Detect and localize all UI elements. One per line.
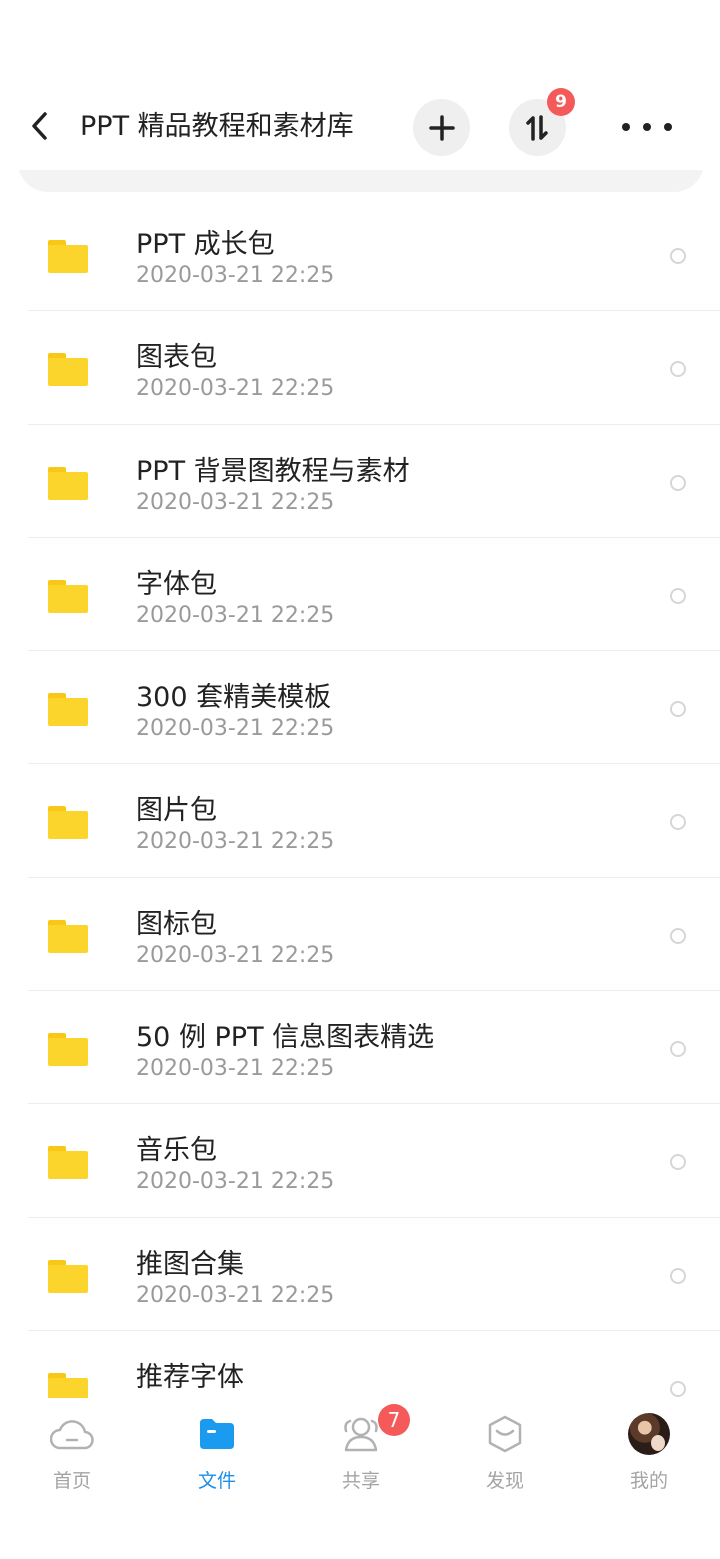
folder-icon [48,240,88,273]
select-radio[interactable] [670,1041,686,1058]
more-dot-icon [643,123,651,131]
tab-discover[interactable]: 发现 [460,1412,550,1502]
cloud-icon [50,1420,94,1450]
list-item[interactable]: 图表包 2020-03-21 22:25 [0,311,720,425]
file-date: 2020-03-21 22:25 [136,1169,335,1195]
list-item[interactable]: 图片包 2020-03-21 22:25 [0,764,720,878]
chevron-left-icon [32,112,47,140]
file-name: PPT 背景图教程与素材 [136,455,410,487]
folder-icon [48,353,88,387]
file-name: 图片包 [136,795,217,827]
file-name: 图标包 [136,908,217,940]
top-bar: PPT 精品教程和素材库 9 [0,0,720,170]
folder-filled-icon [200,1419,234,1449]
file-date: 2020-03-21 22:25 [136,602,335,628]
plus-icon [428,114,455,141]
list-item[interactable]: 音乐包 2020-03-21 22:25 [0,1104,720,1218]
tab-label: 文件 [197,1470,236,1492]
page-title: PPT 精品教程和素材库 [80,111,354,142]
select-radio[interactable] [670,361,686,378]
select-radio[interactable] [670,1380,686,1397]
tab-files[interactable]: 文件 [172,1412,262,1502]
select-radio[interactable] [670,927,686,944]
file-name: 图表包 [136,342,217,374]
folder-icon [48,466,88,500]
list-item[interactable]: 推图合集 2020-03-21 22:25 [0,1218,720,1331]
folder-icon [48,1259,88,1293]
select-radio[interactable] [670,814,686,831]
select-radio[interactable] [670,1154,686,1171]
list-item[interactable]: PPT 背景图教程与素材 2020-03-21 22:25 [0,425,720,538]
file-date: 2020-03-21 22:25 [136,376,335,402]
file-date: 2020-03-21 22:25 [136,489,335,515]
file-date: 2020-03-21 22:25 [136,263,335,288]
tab-label: 发现 [485,1470,524,1492]
avatar [628,1413,670,1455]
tab-home[interactable]: 首页 [27,1412,117,1502]
transfer-count-badge: 9 [547,88,575,116]
folder-icon [48,806,88,840]
select-radio[interactable] [670,248,686,264]
file-date: 2020-03-21 22:25 [136,829,335,855]
folder-icon [48,579,88,613]
tab-label: 首页 [52,1470,91,1492]
list-item[interactable]: 300 套精美模板 2020-03-21 22:25 [0,651,720,765]
file-date: 2020-03-21 22:25 [136,1056,335,1082]
select-radio[interactable] [670,474,686,491]
file-date: 2020-03-21 22:25 [136,1282,335,1308]
tab-label: 共享 [341,1470,380,1492]
file-name: 推荐字体 [136,1361,244,1393]
file-name: PPT 成长包 [136,229,275,260]
back-button[interactable] [24,108,56,144]
file-list: PPT 成长包 2020-03-21 22:25 图表包 2020-03-21 … [0,198,720,1444]
add-button[interactable] [413,99,470,156]
file-name: 音乐包 [136,1135,217,1167]
file-date: 2020-03-21 22:25 [136,942,335,968]
file-date: 2020-03-21 22:25 [136,716,335,742]
tab-label: 我的 [629,1470,668,1492]
tab-mine[interactable]: 我的 [604,1412,694,1502]
list-item[interactable]: 50 例 PPT 信息图表精选 2020-03-21 22:25 [0,991,720,1105]
cube-icon [488,1415,522,1453]
transfer-arrows-icon [525,114,548,141]
folder-icon [48,1033,88,1067]
more-dot-icon [622,123,630,131]
select-radio[interactable] [670,701,686,718]
file-name: 300 套精美模板 [136,682,332,714]
folder-icon [48,919,88,953]
list-item[interactable]: 图标包 2020-03-21 22:25 [0,878,720,992]
more-dot-icon [664,123,672,131]
file-name: 字体包 [136,568,217,600]
file-name: 50 例 PPT 信息图表精选 [136,1022,435,1054]
list-item[interactable]: PPT 成长包 2020-03-21 22:25 [0,198,720,312]
folder-icon [48,1146,88,1180]
share-count-badge: 7 [378,1404,410,1436]
more-button[interactable] [622,110,672,144]
file-name: 推图合集 [136,1248,244,1280]
list-item[interactable]: 字体包 2020-03-21 22:25 [0,538,720,652]
folder-icon [48,693,88,727]
select-radio[interactable] [670,587,686,604]
bottom-tab-bar: 首页 文件 共享 7 发现 我的 [0,1398,720,1559]
select-radio[interactable] [670,1267,686,1284]
